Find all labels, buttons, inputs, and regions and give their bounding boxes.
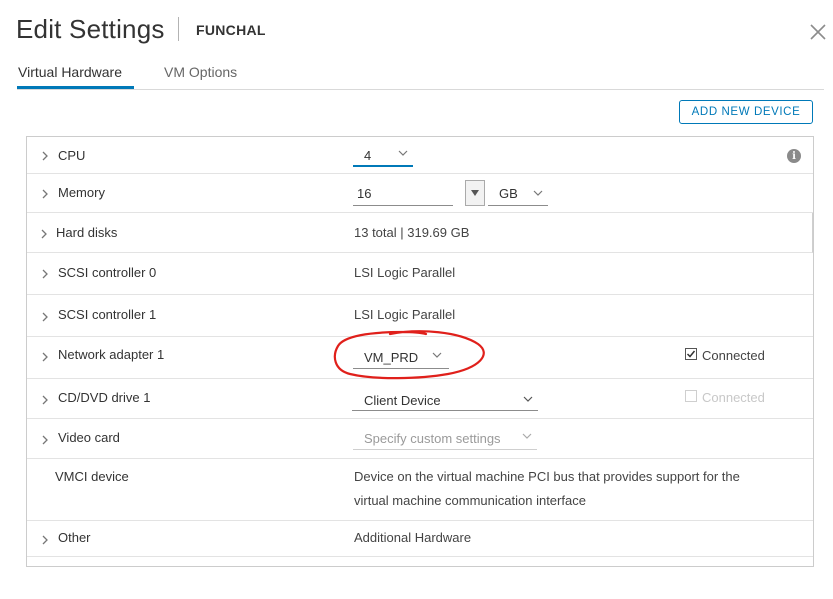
chevron-down-icon [398, 150, 408, 156]
chevron-right-icon[interactable] [40, 269, 50, 279]
hard-disks-summary: 13 total | 319.69 GB [354, 225, 470, 240]
vm-name: FUNCHAL [196, 22, 266, 38]
hardware-row-memory[interactable]: Memory 16 GB [27, 174, 813, 213]
chevron-right-icon[interactable] [40, 352, 50, 362]
hardware-row-vmci-device: VMCI device Device on the virtual machin… [27, 459, 813, 521]
cd-dvd-source-value: Client Device [364, 393, 441, 408]
chevron-right-icon[interactable] [40, 435, 50, 445]
network-connected-label: Connected [702, 348, 765, 363]
chevron-right-icon[interactable] [40, 535, 50, 545]
hardware-row-scsi-controller-0[interactable]: SCSI controller 0 LSI Logic Parallel [27, 253, 813, 295]
hardware-row-video-card[interactable]: Video card Specify custom settings [27, 419, 813, 459]
hardware-row-cd-dvd-drive-1[interactable]: CD/DVD drive 1 Client Device Connected [27, 379, 813, 419]
chevron-down-icon [522, 433, 532, 439]
other-label: Other [58, 530, 91, 545]
cd-dvd-connected-label: Connected [702, 390, 765, 405]
memory-size-value: 16 [357, 186, 372, 201]
chevron-right-icon[interactable] [40, 151, 50, 161]
cpu-count-value: 4 [364, 148, 372, 163]
other-value: Additional Hardware [354, 530, 472, 545]
cd-dvd-connected-checkbox[interactable] [685, 390, 697, 402]
vmci-description-line-2: virtual machine communication interface [354, 493, 586, 508]
scsi-controller-0-type: LSI Logic Parallel [354, 265, 456, 280]
info-icon[interactable]: i [787, 149, 801, 163]
vmci-description-line-1: Device on the virtual machine PCI bus th… [354, 469, 740, 484]
chevron-down-icon [533, 190, 543, 196]
scsi-controller-1-label: SCSI controller 1 [58, 307, 157, 322]
annotation-circle [333, 330, 485, 380]
tab-vm-options[interactable]: VM Options [164, 64, 237, 90]
network-connected-checkbox[interactable] [685, 348, 697, 360]
hardware-row-cpu[interactable]: CPU 4 i [27, 137, 813, 174]
hardware-row-hard-disks[interactable]: Hard disks 13 total | 319.69 GB [27, 213, 813, 253]
hardware-row-other[interactable]: Other Additional Hardware [27, 521, 813, 557]
hard-disks-label: Hard disks [56, 225, 118, 240]
memory-size-input[interactable]: 16 [353, 182, 453, 206]
cpu-label: CPU [58, 148, 86, 163]
tabs-divider [17, 89, 824, 90]
video-card-settings-select: Specify custom settings [353, 428, 537, 450]
scsi-controller-1-type: LSI Logic Parallel [354, 307, 456, 322]
memory-unit-select[interactable]: GB [488, 182, 548, 206]
memory-dropdown-button[interactable] [465, 180, 485, 206]
memory-unit-value: GB [499, 186, 518, 201]
checkbox-checked-icon [686, 350, 696, 358]
chevron-right-icon[interactable] [40, 189, 50, 199]
caret-down-icon [471, 190, 479, 196]
cpu-count-select[interactable]: 4 [353, 145, 413, 167]
chevron-right-icon[interactable] [40, 395, 50, 405]
cd-dvd-source-select[interactable]: Client Device [352, 389, 538, 411]
video-card-label: Video card [58, 430, 120, 445]
cd-dvd-drive-1-label: CD/DVD drive 1 [58, 390, 151, 405]
chevron-down-icon [523, 396, 533, 402]
video-card-settings-value: Specify custom settings [364, 431, 501, 446]
close-icon [810, 24, 826, 40]
dialog-title: Edit Settings [16, 14, 165, 44]
scsi-controller-0-label: SCSI controller 0 [58, 265, 157, 280]
memory-label: Memory [58, 185, 105, 200]
network-adapter-1-label: Network adapter 1 [58, 347, 165, 362]
close-button[interactable] [806, 20, 830, 44]
chevron-right-icon[interactable] [39, 229, 49, 239]
title-divider [178, 17, 179, 41]
add-new-device-button[interactable]: ADD NEW DEVICE [679, 100, 813, 124]
chevron-right-icon[interactable] [40, 312, 50, 322]
vmci-device-label: VMCI device [55, 469, 129, 484]
